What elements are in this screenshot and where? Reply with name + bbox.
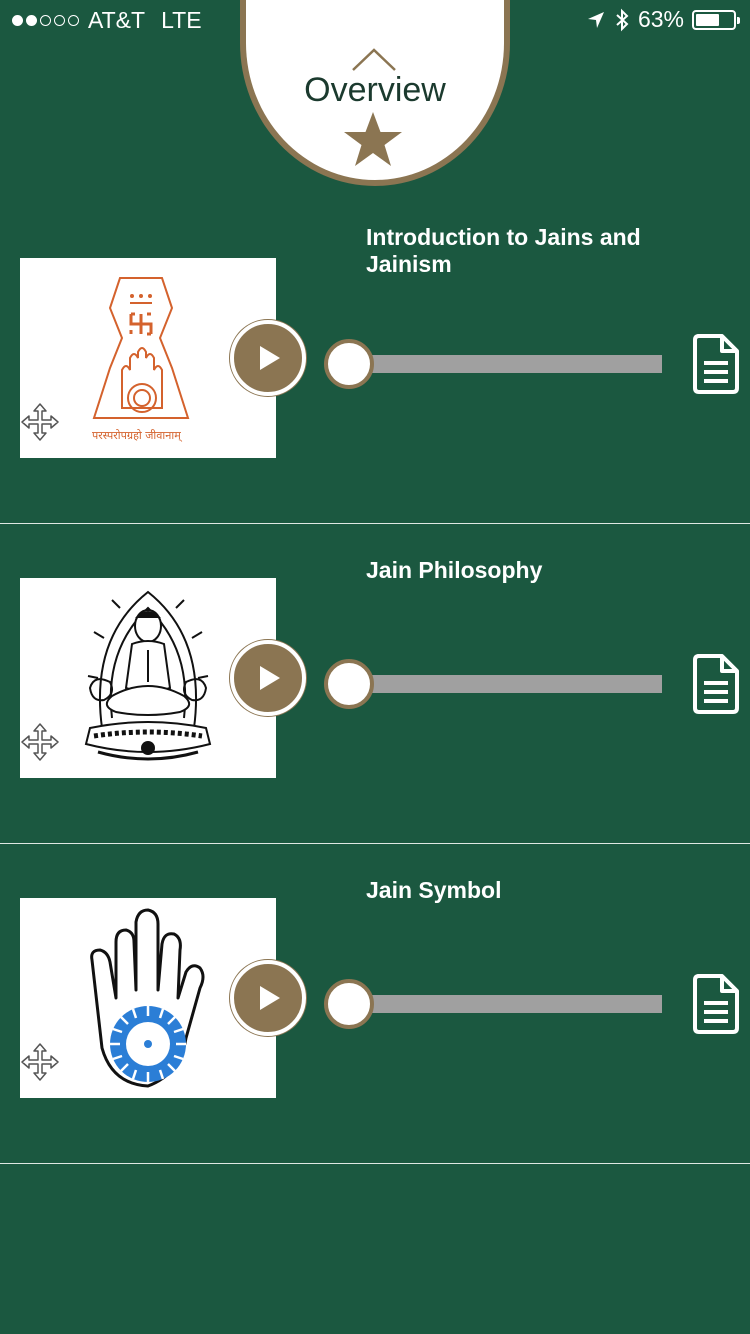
progress-thumb[interactable]	[324, 979, 374, 1029]
battery-icon	[692, 9, 740, 30]
svg-text:परस्परोपग्रहो जीवानाम्: परस्परोपग्रहो जीवानाम्	[92, 429, 183, 442]
star-icon	[344, 112, 402, 166]
play-icon	[260, 986, 280, 1010]
progress-thumb[interactable]	[324, 339, 374, 389]
location-arrow-icon	[587, 11, 604, 28]
document-icon[interactable]	[692, 653, 740, 715]
move-icon[interactable]	[20, 1042, 60, 1082]
document-icon[interactable]	[692, 333, 740, 395]
play-button[interactable]	[230, 640, 306, 716]
lesson-title: Jain Symbol	[366, 877, 502, 903]
move-icon[interactable]	[20, 402, 60, 442]
battery-level	[696, 13, 719, 26]
status-right: 63%	[586, 6, 740, 33]
lesson-row: Jain Philosophy	[0, 524, 750, 844]
battery-percent: 63%	[637, 6, 684, 32]
move-icon[interactable]	[20, 722, 60, 762]
chevron-up-icon[interactable]	[351, 48, 397, 72]
bluetooth-icon	[616, 8, 629, 31]
play-button[interactable]	[230, 320, 306, 396]
progress-track[interactable]	[350, 995, 662, 1013]
document-icon[interactable]	[692, 973, 740, 1035]
lesson-row: Jain Symbol	[0, 844, 750, 1164]
play-button[interactable]	[230, 960, 306, 1036]
lesson-row: Introduction to Jains and Jainism परस्पर…	[0, 204, 750, 524]
progress-track[interactable]	[350, 355, 662, 373]
play-icon	[260, 346, 280, 370]
lesson-title: Jain Philosophy	[366, 557, 543, 583]
progress-thumb[interactable]	[324, 659, 374, 709]
progress-track[interactable]	[350, 675, 662, 693]
play-icon	[260, 666, 280, 690]
lesson-title: Introduction to Jains and Jainism	[366, 224, 641, 277]
overview-label[interactable]: Overview	[240, 71, 510, 110]
